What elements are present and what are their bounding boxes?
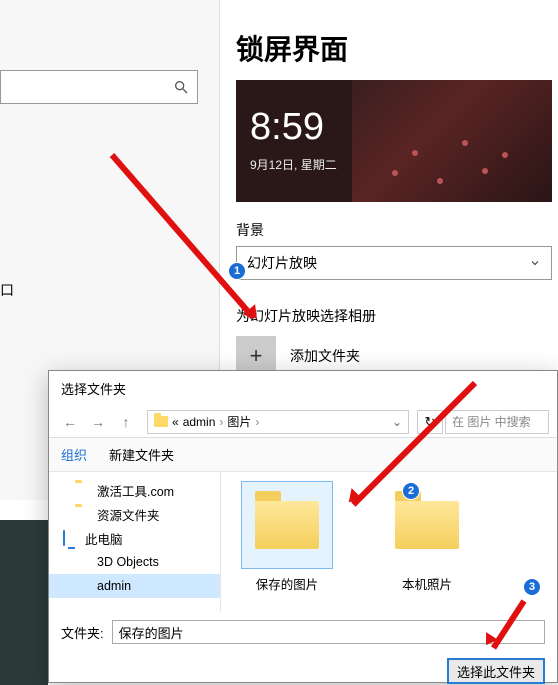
lockscreen-preview: 8:59 9月12日, 星期二 — [236, 80, 552, 202]
page-title: 锁屏界面 — [236, 28, 556, 68]
organize-menu[interactable]: 组织 — [61, 445, 87, 464]
dropdown-value: 幻灯片放映 — [247, 253, 317, 273]
breadcrumb-root: « — [172, 415, 179, 429]
settings-content: 锁屏界面 8:59 9月12日, 星期二 背景 幻灯片放映 为幻灯片放映选择相册… — [236, 0, 556, 376]
folder-icon — [154, 416, 168, 427]
tree-item[interactable]: admin — [49, 574, 220, 598]
tree-item-label: 资源文件夹 — [97, 505, 160, 524]
search-placeholder: 在 图片 中搜索 — [452, 413, 531, 430]
chevron-right-icon: › — [255, 415, 259, 429]
tree-item-label: admin — [97, 579, 131, 593]
folder-item[interactable]: 保存的图片 — [237, 482, 337, 602]
refresh-button[interactable]: ↻ — [417, 410, 443, 434]
dialog-title: 选择文件夹 — [49, 371, 557, 406]
add-folder-label: 添加文件夹 — [290, 346, 360, 366]
folder-item-label: 保存的图片 — [237, 574, 337, 593]
folder-icon — [395, 501, 459, 549]
folder-picker-dialog: 选择文件夹 ← → ↑ « admin › 图片 › ⌄ ↻ 在 图片 中搜索 … — [48, 370, 558, 683]
annotation-badge-2: 2 — [402, 482, 420, 500]
folder-name-input[interactable] — [112, 620, 545, 644]
preview-time: 8:59 — [250, 106, 324, 149]
folder-field-label: 文件夹: — [61, 623, 104, 642]
preview-artwork — [352, 80, 552, 202]
dialog-toolbar: 组织 新建文件夹 — [49, 438, 557, 472]
sidebar-fragment-text: 口 — [0, 280, 14, 300]
breadcrumb-seg-2[interactable]: 图片 — [227, 413, 251, 430]
annotation-badge-1: 1 — [228, 262, 246, 280]
desktop-background-strip — [0, 520, 48, 685]
pc-icon — [63, 530, 65, 546]
background-dropdown[interactable]: 幻灯片放映 — [236, 246, 552, 280]
dialog-bottom-bar: 文件夹: 选择此文件夹 — [49, 612, 557, 684]
tree-item-label: 激活工具.com — [97, 481, 174, 500]
chevron-right-icon: › — [219, 415, 223, 429]
folder-item-label: 本机照片 — [377, 574, 477, 593]
new-folder-button[interactable]: 新建文件夹 — [109, 445, 174, 464]
folder-item[interactable]: 本机照片 — [377, 482, 477, 602]
tree-item-label: 此电脑 — [85, 529, 123, 548]
tree-item[interactable]: 此电脑 — [49, 526, 220, 550]
settings-search-input[interactable] — [0, 70, 198, 104]
preview-date: 9月12日, 星期二 — [250, 156, 337, 173]
plus-icon: + — [250, 343, 263, 369]
dialog-nav-bar: ← → ↑ « admin › 图片 › ⌄ ↻ 在 图片 中搜索 — [49, 406, 557, 438]
chevron-down-icon — [529, 257, 541, 269]
breadcrumb-seg-1[interactable]: admin — [183, 415, 216, 429]
folder-icon — [255, 501, 319, 549]
album-section-label: 为幻灯片放映选择相册 — [236, 306, 556, 326]
address-bar[interactable]: « admin › 图片 › ⌄ — [147, 410, 409, 434]
tree-item[interactable]: 3D Objects — [49, 550, 220, 574]
file-list-pane: 保存的图片 本机照片 — [221, 472, 557, 612]
chevron-down-icon[interactable]: ⌄ — [392, 415, 402, 429]
nav-forward-button[interactable]: → — [85, 410, 111, 434]
annotation-badge-3: 3 — [523, 578, 541, 596]
select-folder-button[interactable]: 选择此文件夹 — [447, 658, 545, 684]
dialog-body: 激活工具.com 资源文件夹 此电脑 3D Objects admin — [49, 472, 557, 612]
tree-item[interactable]: 资源文件夹 — [49, 502, 220, 526]
tree-item[interactable]: 激活工具.com — [49, 478, 220, 502]
folder-tree: 激活工具.com 资源文件夹 此电脑 3D Objects admin — [49, 472, 221, 612]
tree-item-label: 3D Objects — [97, 555, 159, 569]
nav-back-button[interactable]: ← — [57, 410, 83, 434]
nav-up-button[interactable]: ↑ — [113, 410, 139, 434]
dialog-search-input[interactable]: 在 图片 中搜索 — [445, 410, 549, 434]
background-section-label: 背景 — [236, 220, 556, 240]
search-icon — [173, 79, 189, 95]
